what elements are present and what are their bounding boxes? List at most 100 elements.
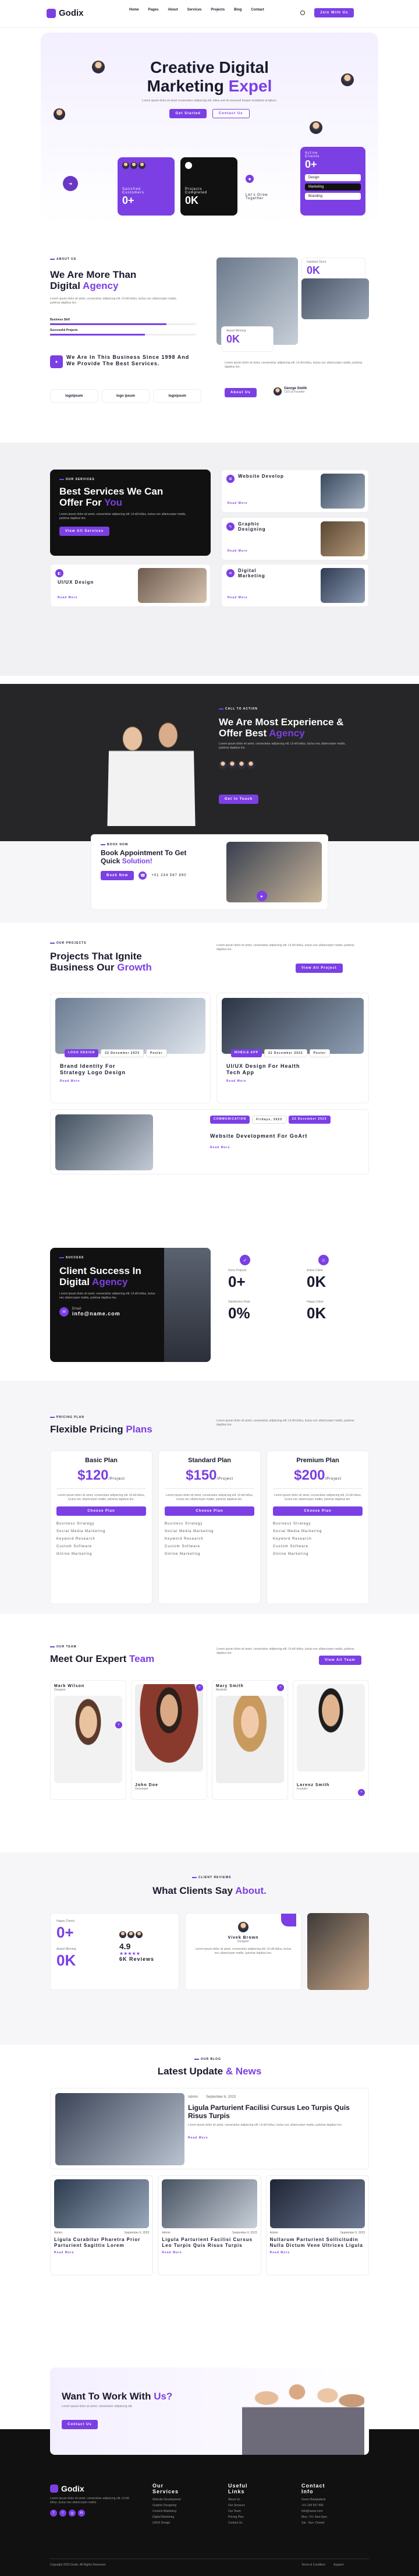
footer-col1-link-5[interactable]: UI/UX Design xyxy=(152,2520,216,2526)
footer-col1-link-4[interactable]: Digital Marketing xyxy=(152,2514,216,2520)
nav-blog[interactable]: Blog xyxy=(234,8,242,12)
footer-logo[interactable]: Godix xyxy=(50,2484,84,2493)
facebook-icon[interactable]: f xyxy=(50,2510,57,2517)
success-email[interactable]: info@name.com xyxy=(72,1311,120,1317)
blog-post-3-image xyxy=(269,2179,365,2228)
book-phone[interactable]: +01 234 567 890 xyxy=(151,874,192,877)
hero-tab-branding[interactable]: Branding xyxy=(305,193,361,200)
footer-col2-link-5[interactable]: Contact Us xyxy=(228,2520,292,2526)
footer-cta-button[interactable]: Contact Us xyxy=(62,2420,98,2429)
footer-col2-link-3[interactable]: Our Team xyxy=(228,2508,292,2514)
hero-tab-design[interactable]: Design xyxy=(305,174,361,181)
plan-standard-feature-5: Online Marketing xyxy=(165,1552,201,1556)
service-card-uiux[interactable]: ◧ UI/UX Design Read More xyxy=(50,564,211,607)
footer-col-links: Useful Links About Us Our Services Our T… xyxy=(228,2483,292,2526)
project-card-2[interactable]: MOBILE APP 22 December 2023 Poster UI/UX… xyxy=(216,993,369,1103)
footer-support-link[interactable]: Support xyxy=(333,2563,344,2567)
footer-terms-link[interactable]: Terms & Condition xyxy=(301,2563,325,2567)
service-uiux-more[interactable]: Read More xyxy=(58,596,78,599)
testimonial-image xyxy=(307,1913,369,1990)
project-1-category: LOGO DESIGN xyxy=(65,1049,99,1057)
project-3-more[interactable]: Read More xyxy=(210,1146,230,1149)
blog-post-3[interactable]: Admin September 6, 2023 Nullarum Parturie… xyxy=(265,2175,369,2275)
about-bar1-fill xyxy=(50,323,166,325)
service-graphic-title: Graphic Designing xyxy=(238,521,266,532)
nav-contact[interactable]: Contact xyxy=(251,8,264,12)
view-all-projects-button[interactable]: View All Project xyxy=(296,964,343,973)
hero-circle-icon[interactable]: ➜ xyxy=(63,176,78,191)
get-in-touch-button[interactable]: Get In Touch xyxy=(219,795,259,804)
team-member-4[interactable]: Lorenz Smith Founder + xyxy=(293,1680,369,1800)
book-play-icon[interactable]: ▸ xyxy=(257,891,267,901)
service-card-graphic[interactable]: ✎ Graphic Designing Read More xyxy=(221,517,369,560)
nav-pages[interactable]: Pages xyxy=(148,8,159,12)
project-1-more[interactable]: Read More xyxy=(60,1079,205,1083)
plan-standard-button[interactable]: Choose Plan xyxy=(165,1506,254,1516)
phone-icon[interactable]: ☎ xyxy=(139,871,147,880)
blog-post-1-more[interactable]: Read More xyxy=(54,2251,149,2254)
projects-title-line1: Projects That Ignite xyxy=(50,951,142,962)
blog-post-2[interactable]: Admin September 6, 2023 Ligula Parturient… xyxy=(158,2175,261,2275)
blog-featured[interactable]: Admin September 6, 2023 Ligula Parturien… xyxy=(50,2088,369,2169)
view-all-services-button[interactable]: View All Services xyxy=(59,527,110,536)
nav-services[interactable]: Services xyxy=(187,8,202,12)
footer-col1-link-3[interactable]: Content Marketing xyxy=(152,2508,216,2514)
footer-col1-link-2[interactable]: Graphic Designing xyxy=(152,2503,216,2508)
team-member-2[interactable]: John Doe Developer + xyxy=(131,1680,207,1800)
blog-post-1[interactable]: Admin September 6, 2023 Ligula Curabitur … xyxy=(50,2175,154,2275)
service-card-web[interactable]: ⌘ Website Develop Read More xyxy=(221,470,369,513)
footer-col2-link-4[interactable]: Pricing Plan xyxy=(228,2514,292,2520)
blog-posts: Admin September 6, 2023 Ligula Curabitur … xyxy=(50,2175,369,2275)
twitter-icon[interactable]: t xyxy=(59,2510,66,2517)
search-icon[interactable] xyxy=(300,10,305,15)
plan-basic-feature-5: Online Marketing xyxy=(56,1552,93,1556)
about-us-button[interactable]: About Us xyxy=(225,388,257,397)
team-member-1[interactable]: Mark Wilson Designer + xyxy=(50,1680,126,1800)
join-button[interactable]: Join With Us xyxy=(314,8,354,17)
footer-col1-link-1[interactable]: Website Development xyxy=(152,2497,216,2503)
project-3-image xyxy=(55,1114,153,1170)
linkedin-icon[interactable]: in xyxy=(78,2510,85,2517)
team-member-4-share-icon[interactable]: + xyxy=(358,1789,365,1796)
success-stat-2: ☺ Active Client 0K xyxy=(307,1255,368,1291)
hero-title-word: Marketing xyxy=(147,77,224,95)
blog-post-2-more[interactable]: Read More xyxy=(162,2251,257,2254)
view-all-team-button[interactable]: View All Team xyxy=(319,1656,361,1665)
plan-premium-button[interactable]: Choose Plan xyxy=(273,1506,363,1516)
blog-tag: OUR BLOG xyxy=(194,2058,221,2061)
pricing-title-highlight: Plans xyxy=(126,1424,152,1435)
footer-contact-email[interactable]: info@name.com xyxy=(301,2508,371,2514)
team-member-1-photo xyxy=(54,1696,122,1783)
logo[interactable]: Godix xyxy=(47,8,84,18)
project-card-1[interactable]: LOGO DESIGN 22 December 2023 Poster Bran… xyxy=(50,993,211,1103)
hero-tab-marketing[interactable]: Marketing xyxy=(305,184,361,190)
success-image xyxy=(164,1248,211,1362)
project-2-more[interactable]: Read More xyxy=(226,1079,364,1083)
cta-avatars xyxy=(219,761,255,769)
team-member-3[interactable]: Mary Smith Marketer + xyxy=(212,1680,288,1800)
service-marketing-more[interactable]: Read More xyxy=(228,596,248,599)
nav-home[interactable]: Home xyxy=(129,8,139,12)
blog-featured-more[interactable]: Read More xyxy=(188,2136,208,2140)
footer-contact-phone[interactable]: +01 234 567 890 xyxy=(301,2503,371,2508)
service-web-more[interactable]: Read More xyxy=(228,502,248,505)
plan-premium: Premium Plan $200/Project Lorem ipsum do… xyxy=(267,1451,369,1604)
footer-col2-link-2[interactable]: Our Services xyxy=(228,2503,292,2508)
footer-cta-title: Want To Work With xyxy=(62,2391,151,2402)
project-card-3[interactable]: COMMUNICATION Fridays, 2023 22 December … xyxy=(50,1109,369,1174)
team-member-1-share-icon[interactable]: + xyxy=(115,1721,122,1728)
get-started-button[interactable]: Get Started xyxy=(169,109,207,118)
service-card-marketing[interactable]: ✉ Digital Marketing Read More xyxy=(221,564,369,607)
footer-col2-link-1[interactable]: About Us xyxy=(228,2497,292,2503)
nav-projects[interactable]: Projects xyxy=(211,8,225,12)
contact-us-button[interactable]: Contact Us xyxy=(212,109,250,118)
plan-basic-button[interactable]: Choose Plan xyxy=(56,1506,146,1516)
service-graphic-more[interactable]: Read More xyxy=(228,549,248,553)
blog-post-3-more[interactable]: Read More xyxy=(270,2251,365,2254)
team-member-2-share-icon[interactable]: + xyxy=(196,1684,203,1691)
book-now-button[interactable]: Book Now xyxy=(101,871,134,880)
team-member-3-share-icon[interactable]: + xyxy=(277,1684,284,1691)
nav-about[interactable]: About xyxy=(168,8,177,12)
instagram-icon[interactable]: ◎ xyxy=(69,2510,76,2517)
services-dark-card: OUR SERVICES Best Services We Can Offer … xyxy=(50,470,211,556)
